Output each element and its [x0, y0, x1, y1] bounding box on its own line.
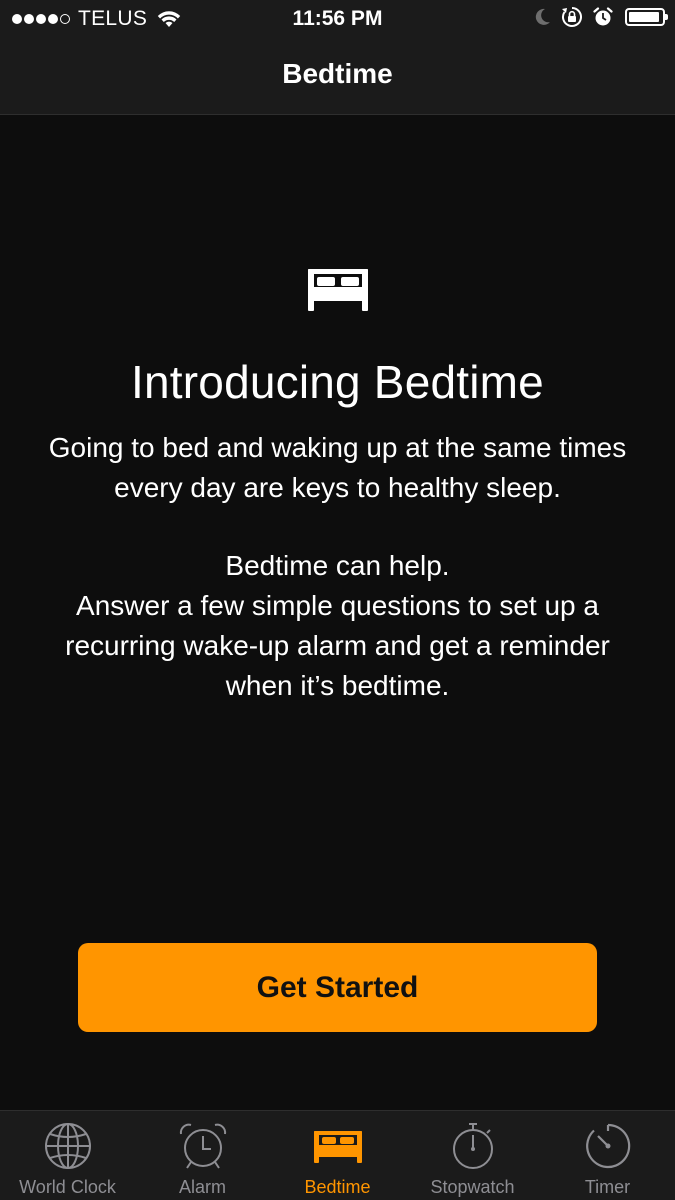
status-right — [525, 6, 668, 28]
get-started-button[interactable]: Get Started — [78, 943, 597, 1032]
bed-icon — [313, 1131, 362, 1163]
battery-icon — [625, 8, 668, 26]
tab-alarm[interactable]: Alarm — [135, 1111, 270, 1200]
alarm-icon — [593, 7, 613, 26]
nav-bar: Bedtime — [0, 38, 675, 115]
alarm-clock-icon — [179, 1123, 226, 1169]
orientation-lock-icon — [562, 7, 582, 27]
page-title: Bedtime — [282, 58, 393, 89]
globe-icon — [44, 1123, 91, 1169]
tab-bedtime[interactable]: Bedtime — [270, 1111, 405, 1200]
intro-body: Going to bed and waking up at the same t… — [10, 428, 665, 706]
bed-icon — [308, 269, 368, 311]
tab-stopwatch[interactable]: Stopwatch — [405, 1111, 540, 1200]
tab-label: Alarm — [178, 1177, 226, 1197]
tab-label: Stopwatch — [430, 1177, 515, 1197]
tab-world-clock[interactable]: World Clock — [0, 1111, 135, 1200]
moon-icon — [535, 8, 550, 25]
stopwatch-icon — [452, 1123, 493, 1169]
intro-paragraph: Going to bed and waking up at the same t… — [48, 432, 627, 503]
tab-label: Bedtime — [304, 1177, 371, 1197]
timer-icon — [585, 1123, 630, 1169]
tab-label: World Clock — [19, 1177, 116, 1197]
tab-timer[interactable]: Timer — [540, 1111, 675, 1200]
main-content: Introducing Bedtime Going to bed and wak… — [0, 115, 675, 1110]
status-bar: TELUS 11:56 PM — [0, 0, 675, 38]
tab-bar: World Clock Alarm Bedtime Stopwatch Time… — [0, 1110, 675, 1200]
intro-title: Introducing Bedtime — [131, 356, 544, 408]
intro-help-line: Bedtime can help. — [225, 550, 450, 581]
intro-instructions: Answer a few simple questions to set up … — [65, 590, 610, 701]
tab-label: Timer — [584, 1177, 631, 1197]
